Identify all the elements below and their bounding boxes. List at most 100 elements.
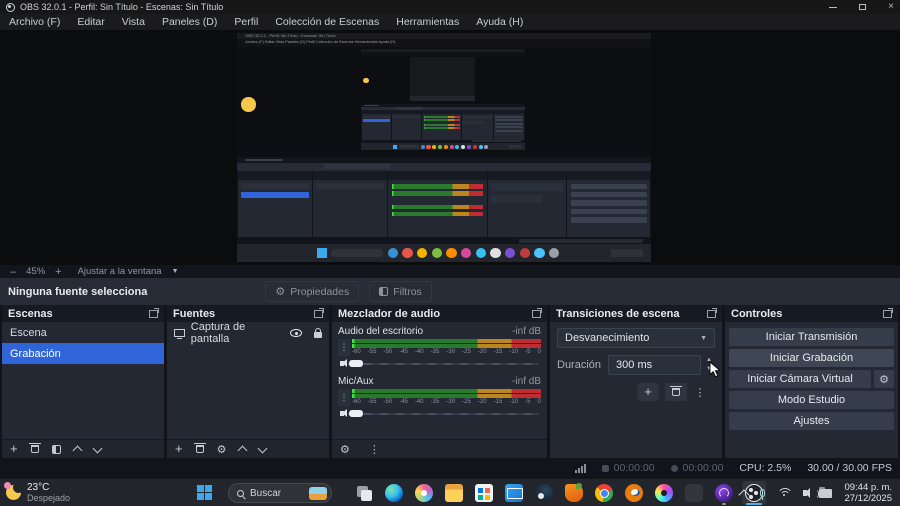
preview-m-dot [472, 144, 477, 149]
sources-dock-title: Fuentes [173, 307, 216, 320]
colorwheel-app-icon[interactable] [652, 481, 676, 505]
channel-menu-icon[interactable]: ⋮ [338, 389, 350, 406]
edge-app-icon[interactable] [382, 481, 406, 505]
chrome-app-icon[interactable] [592, 481, 616, 505]
start-virtual-camera-button[interactable]: Iniciar Cámara Virtual [729, 370, 871, 388]
popout-icon[interactable] [149, 307, 159, 318]
menu-item-archivo-f[interactable]: Archivo (F) [9, 16, 60, 28]
move-source-up-icon[interactable] [238, 445, 248, 455]
preview-canvas[interactable]: OBS 32.0.1 - Perfil: Sin Título - Escena… [0, 30, 900, 265]
menu-item-herramientas[interactable]: Herramientas [396, 16, 459, 28]
preview-m-dbody [313, 180, 387, 237]
menu-item-paneles-d[interactable]: Paneles (D) [162, 16, 217, 28]
paint-app-icon[interactable] [412, 481, 436, 505]
preview-m-meter [423, 118, 460, 121]
scene-filters-icon[interactable] [51, 444, 61, 454]
wifi-icon[interactable] [777, 488, 794, 498]
taskbar-weather-widget[interactable]: 23°C Despejado [4, 482, 70, 503]
source-properties-gear-icon[interactable]: ⚙ [217, 444, 227, 455]
add-source-icon[interactable]: + [175, 442, 183, 455]
remove-source-icon[interactable] [193, 443, 206, 453]
remove-scene-icon[interactable] [28, 443, 41, 453]
store-app-icon[interactable] [472, 481, 496, 505]
preview-screenshot: OBS 32.0.1 - Perfil: Sin Título - Escena… [237, 33, 651, 262]
volume-slider-handle[interactable] [349, 410, 363, 417]
lock-icon[interactable] [314, 327, 322, 338]
move-source-down-icon[interactable] [258, 443, 268, 453]
microphone-icon[interactable] [760, 489, 766, 500]
folder-app-icon[interactable] [442, 481, 466, 505]
preview-m-meter [392, 184, 484, 189]
sources-dock-header[interactable]: Fuentes [167, 305, 329, 322]
preview-m-start [392, 144, 397, 149]
popout-icon[interactable] [883, 307, 893, 318]
menu-item-vista[interactable]: Vista [122, 16, 145, 28]
meter-tick: -40 [414, 349, 424, 355]
filters-button[interactable]: Filtros [369, 281, 432, 302]
volume-slider[interactable] [348, 409, 541, 418]
start-button[interactable] [197, 485, 212, 500]
speaker-icon[interactable] [340, 409, 347, 417]
start-recording-button[interactable]: Iniciar Grabación [729, 349, 894, 367]
transition-menu-icon[interactable]: ⋮ [693, 383, 707, 401]
volume-slider[interactable] [348, 359, 541, 368]
mixer-dock-header[interactable]: Mezclador de audio [332, 305, 547, 322]
menu-item-editar[interactable]: Editar [77, 16, 104, 28]
restore-icon[interactable] [859, 4, 867, 10]
move-scene-up-icon[interactable] [72, 445, 83, 455]
tray-chevron-up-icon[interactable] [738, 488, 751, 501]
remove-transition-button[interactable] [665, 383, 687, 401]
visibility-eye-icon[interactable] [290, 329, 303, 337]
zoom-out-button[interactable]: – [10, 266, 16, 277]
popout-icon[interactable] [532, 307, 542, 318]
steam-app-icon[interactable] [532, 481, 556, 505]
close-icon[interactable]: × [888, 2, 894, 12]
controls-dock-header[interactable]: Controles [725, 305, 898, 322]
settings-button[interactable]: Ajustes [729, 412, 894, 430]
taskview-app-icon[interactable] [352, 481, 376, 505]
vu-meter [352, 339, 541, 343]
virtual-camera-settings-button[interactable]: ⚙ [874, 370, 894, 388]
carrot-app-icon[interactable] [562, 481, 586, 505]
ghost-app-icon[interactable] [682, 481, 706, 505]
popout-icon[interactable] [707, 307, 717, 318]
transitions-dock-header[interactable]: Transiciones de escena [550, 305, 722, 322]
menu-item-colecci-n-de-escenas[interactable]: Colección de Escenas [275, 16, 379, 28]
mixer-channel-mic: Mic/Aux -inf dB ⋮ -60 -55 -50 -45 -40 -35 -30-… [338, 376, 541, 419]
fit-to-window-label[interactable]: Ajustar a la ventana [78, 266, 162, 277]
mixer-menu-icon[interactable]: ⋮ [369, 443, 380, 456]
preview-m-dock [567, 171, 650, 238]
blender-app-icon[interactable] [622, 481, 646, 505]
fit-dropdown-icon[interactable]: ▼ [172, 268, 179, 275]
speaker-icon[interactable] [340, 359, 347, 367]
advanced-audio-icon[interactable]: ⚙ [340, 443, 350, 456]
volume-slider-handle[interactable] [349, 360, 363, 367]
scene-item-selected[interactable]: Grabación [2, 343, 164, 364]
add-scene-icon[interactable]: + [10, 442, 18, 455]
start-streaming-button[interactable]: Iniciar Transmisión [729, 328, 894, 346]
add-transition-button[interactable]: + [637, 383, 659, 401]
studio-mode-button[interactable]: Modo Estudio [729, 391, 894, 409]
properties-button[interactable]: ⚙ Propiedades [265, 281, 360, 302]
volume-icon[interactable] [803, 487, 820, 499]
duration-spinbox[interactable]: 300 ms ▲ ▼ [608, 355, 712, 375]
search-box[interactable]: Buscar [228, 483, 332, 503]
preview-m-pill [398, 144, 419, 149]
preview-m-pill [331, 249, 384, 258]
source-item[interactable]: Captura de pantalla [167, 322, 329, 345]
minimize-icon[interactable] [829, 6, 838, 8]
scene-item[interactable]: Escena [2, 322, 164, 343]
zoom-in-button[interactable]: + [55, 266, 61, 277]
channel-menu-icon[interactable]: ⋮ [338, 339, 350, 356]
tray-folder-icon[interactable] [819, 486, 833, 498]
menu-item-ayuda-h[interactable]: Ayuda (H) [476, 16, 523, 28]
affinity-app-icon[interactable] [712, 481, 736, 505]
transition-select[interactable]: Desvanecimiento ▼ [557, 328, 715, 348]
mail-app-icon[interactable] [502, 481, 526, 505]
move-scene-down-icon[interactable] [92, 443, 103, 453]
popout-icon[interactable] [314, 307, 324, 318]
preview-m-dot [549, 247, 560, 259]
menu-item-perfil[interactable]: Perfil [234, 16, 258, 28]
taskbar-clock[interactable]: 09:44 p. m. 27/12/2025 [844, 482, 892, 504]
scenes-dock-header[interactable]: Escenas [2, 305, 164, 322]
